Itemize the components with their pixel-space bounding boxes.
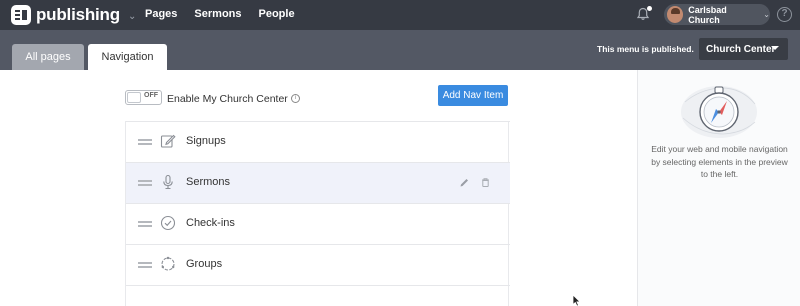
trash-icon[interactable]: [480, 177, 491, 188]
tab-all-pages[interactable]: All pages: [12, 44, 84, 70]
app-name: publishing: [36, 5, 120, 24]
chevron-down-icon: ⌄: [127, 10, 137, 22]
check-circle-icon: [160, 215, 176, 231]
nav-item-label: Sermons: [186, 176, 231, 188]
nav-item-label: Check-ins: [186, 217, 235, 229]
topnav-pages[interactable]: Pages: [145, 8, 177, 20]
nav-item-label: Signups: [186, 135, 226, 147]
microphone-icon: [163, 174, 173, 190]
publishing-logo-icon: [11, 5, 31, 25]
help-icon[interactable]: ?: [777, 7, 792, 22]
drag-handle-icon[interactable]: [138, 180, 152, 186]
top-nav: Pages Sermons People: [145, 8, 295, 20]
toggle-knob: [127, 92, 141, 103]
app-switcher[interactable]: publishing ⌄: [11, 5, 136, 25]
enable-church-center-label: Enable My Church Center: [167, 93, 288, 105]
chevron-down-icon: ⌄: [763, 10, 770, 19]
nav-list-empty-row: [126, 285, 510, 306]
nav-list: Signups Sermons Check-ins Groups: [125, 121, 510, 306]
pencil-square-icon: [160, 134, 176, 148]
add-nav-item-button[interactable]: Add Nav Item: [438, 85, 508, 106]
nav-item-sermons[interactable]: Sermons: [126, 162, 510, 203]
church-center-dropdown[interactable]: Church Center: [699, 38, 788, 60]
account-name: Carlsbad Church: [688, 4, 727, 25]
church-center-label: Church Center: [706, 43, 776, 55]
toggle-state: OFF: [144, 92, 158, 99]
edit-pencil-icon[interactable]: [459, 177, 470, 188]
nav-item-groups[interactable]: Groups: [126, 244, 510, 285]
tab-navigation[interactable]: Navigation: [88, 44, 167, 70]
top-bar: publishing ⌄ Pages Sermons People Carlsb…: [0, 0, 800, 30]
nav-item-check-ins[interactable]: Check-ins: [126, 203, 510, 244]
info-icon[interactable]: i: [291, 94, 300, 103]
nav-item-signups[interactable]: Signups: [126, 121, 510, 162]
drag-handle-icon[interactable]: [138, 262, 152, 268]
drag-handle-icon[interactable]: [138, 221, 152, 227]
notification-dot: [647, 6, 652, 11]
nav-item-label: Groups: [186, 258, 223, 270]
church-center-toggle[interactable]: OFF: [125, 90, 162, 105]
help-panel: Edit your web and mobile navigation by s…: [637, 70, 800, 306]
avatar: [667, 6, 684, 23]
publish-status: This menu is published.: [597, 44, 694, 54]
mouse-cursor-icon: [572, 294, 581, 306]
drag-handle-icon[interactable]: [138, 139, 152, 145]
topnav-people[interactable]: People: [259, 8, 295, 20]
groups-circle-icon: [161, 256, 175, 271]
topnav-sermons[interactable]: Sermons: [194, 8, 241, 20]
compass-icon: [681, 86, 757, 138]
caret-down-icon: [771, 46, 779, 50]
help-text: Edit your web and mobile navigation by s…: [651, 144, 788, 179]
account-menu[interactable]: Carlsbad Church ⌄: [664, 4, 770, 25]
